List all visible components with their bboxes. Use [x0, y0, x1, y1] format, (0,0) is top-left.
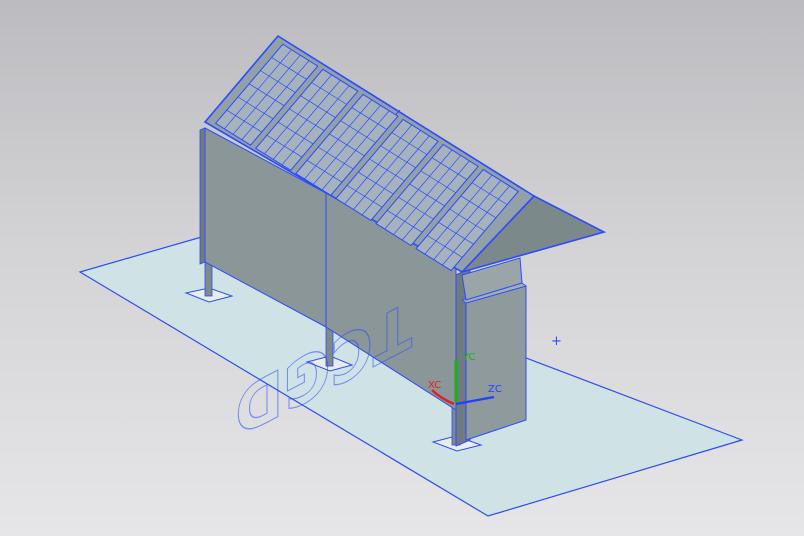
cad-viewport[interactable]: TCGD XC YC ZC + — [0, 0, 804, 536]
axis-y-label: YC — [462, 352, 476, 363]
info-cabinet-front[interactable] — [465, 285, 527, 441]
model-canvas[interactable]: TCGD XC YC ZC + — [0, 0, 804, 536]
axis-z-label: ZC — [488, 384, 502, 395]
wall-edge-thickness — [199, 127, 206, 265]
axis-x-label: XC — [428, 380, 441, 391]
crosshair-plus-icon: + — [551, 334, 562, 349]
